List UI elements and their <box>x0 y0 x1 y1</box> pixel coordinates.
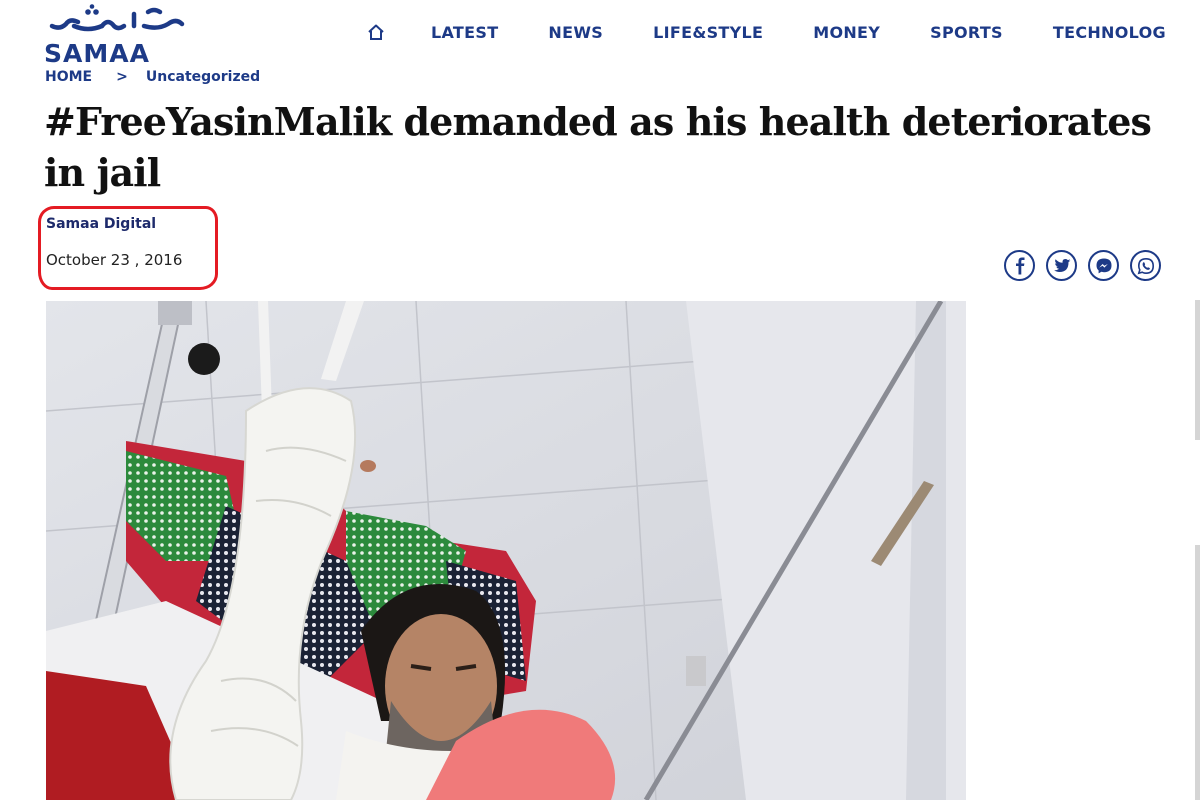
share-whatsapp-button[interactable] <box>1130 250 1161 281</box>
facebook-icon <box>1015 257 1024 274</box>
home-icon <box>368 24 384 40</box>
nav-item-technology[interactable]: TECHNOLOG <box>1053 23 1166 42</box>
whatsapp-icon <box>1137 257 1154 274</box>
headline-line-2: in jail <box>44 150 161 195</box>
article-photo <box>46 301 966 800</box>
nav-item-sports[interactable]: SPORTS <box>930 23 1003 42</box>
share-twitter-button[interactable] <box>1046 250 1077 281</box>
samaa-logo[interactable]: SAMAA <box>44 4 189 68</box>
red-highlight-annotation <box>38 206 218 290</box>
sidebar-edge <box>1195 300 1200 440</box>
breadcrumb-home-link[interactable]: HOME <box>45 69 92 85</box>
breadcrumb-separator: > <box>116 69 128 85</box>
nav-item-news[interactable]: NEWS <box>548 23 603 42</box>
nav-item-lifestyle[interactable]: LIFE&STYLE <box>653 23 763 42</box>
main-nav: LATEST NEWS LIFE&STYLE MONEY SPORTS TECH… <box>365 18 1200 46</box>
headline-line-1: #FreeYasinMalik demanded as his health d… <box>44 99 1152 144</box>
hospital-bed-image <box>46 301 966 800</box>
share-facebook-button[interactable] <box>1004 250 1035 281</box>
share-messenger-button[interactable] <box>1088 250 1119 281</box>
nav-item-money[interactable]: MONEY <box>813 23 880 42</box>
article-headline: #FreeYasinMalik demanded as his health d… <box>44 96 1164 198</box>
share-bar <box>1004 250 1172 281</box>
sidebar-edge <box>1195 545 1200 800</box>
messenger-icon <box>1096 258 1111 273</box>
nav-home-button[interactable] <box>365 20 387 44</box>
twitter-icon <box>1053 258 1070 272</box>
nav-item-latest[interactable]: LATEST <box>431 23 498 42</box>
breadcrumb-category-link[interactable]: Uncategorized <box>146 69 260 85</box>
urdu-logo-mark <box>49 4 185 32</box>
logo-wordmark: SAMAA <box>44 39 150 68</box>
breadcrumb: HOME > Uncategorized <box>45 67 260 87</box>
